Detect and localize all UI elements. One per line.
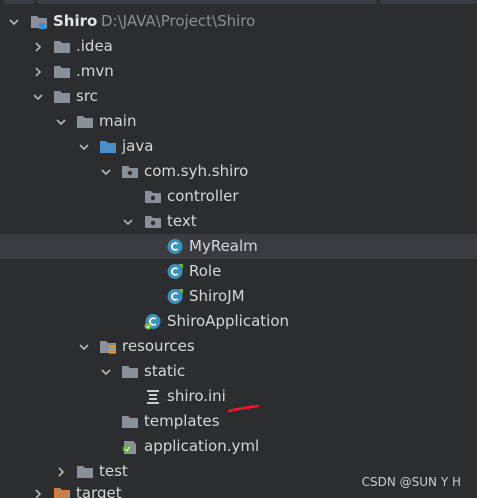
spring-yaml-icon bbox=[121, 438, 139, 455]
tree-item-label: text bbox=[167, 212, 197, 230]
toolbar-tab-edge bbox=[37, 0, 377, 4]
tree-row-controller[interactable]: controller bbox=[0, 184, 477, 209]
tree-row-main[interactable]: main bbox=[0, 109, 477, 134]
tree-item-label: Role bbox=[189, 262, 222, 280]
tree-row-shiroapplication[interactable]: ShiroApplication bbox=[0, 309, 477, 334]
folder-icon bbox=[76, 113, 94, 130]
expand-arrow-icon[interactable] bbox=[30, 84, 46, 109]
tree-row-package[interactable]: com.syh.shiro bbox=[0, 159, 477, 184]
tree-item-label: shiro.ini bbox=[167, 387, 226, 405]
package-icon bbox=[121, 163, 139, 180]
tree-row-resources[interactable]: resources bbox=[0, 334, 477, 359]
class-icon bbox=[166, 288, 184, 305]
tree-item-label: static bbox=[144, 362, 186, 380]
module-name: Shiro bbox=[53, 12, 98, 30]
expand-arrow-icon[interactable] bbox=[98, 359, 114, 384]
text-file-icon bbox=[144, 388, 162, 405]
tree-row-shiro-module[interactable]: Shiro D:\JAVA\Project\Shiro bbox=[0, 9, 477, 34]
module-folder-icon bbox=[30, 13, 48, 30]
tree-item-label: application.yml bbox=[144, 437, 260, 455]
collapse-arrow-icon[interactable] bbox=[53, 459, 69, 484]
toolbar-tab-edge bbox=[380, 0, 477, 4]
tree-row-myrealm[interactable]: MyRealm bbox=[0, 234, 477, 259]
toolbar-tab-edge bbox=[4, 0, 34, 4]
expand-arrow-icon[interactable] bbox=[76, 134, 92, 159]
folder-icon bbox=[53, 38, 71, 55]
expand-arrow-icon[interactable] bbox=[120, 209, 136, 234]
tree-item-label: com.syh.shiro bbox=[144, 162, 249, 180]
tree-row-text[interactable]: text bbox=[0, 209, 477, 234]
source-root-icon bbox=[99, 138, 117, 155]
collapse-arrow-icon[interactable] bbox=[30, 34, 46, 59]
tree-item-label: .mvn bbox=[76, 62, 114, 80]
tree-item-label: ShiroApplication bbox=[167, 312, 290, 330]
tree-item-label: .idea bbox=[76, 37, 113, 55]
expand-arrow-icon[interactable] bbox=[98, 159, 114, 184]
folder-icon bbox=[121, 363, 139, 380]
tree-item-label: resources bbox=[122, 337, 195, 355]
tree-row-src[interactable]: src bbox=[0, 84, 477, 109]
top-toolbar-strip bbox=[0, 0, 477, 7]
tree-row-mvn[interactable]: .mvn bbox=[0, 59, 477, 84]
tree-item-label: java bbox=[122, 137, 154, 155]
class-icon bbox=[166, 263, 184, 280]
watermark: CSDN @SUN Y H bbox=[361, 475, 461, 489]
tree-row-idea[interactable]: .idea bbox=[0, 34, 477, 59]
red-annotation-mark bbox=[228, 404, 260, 413]
tree-row-static[interactable]: static bbox=[0, 359, 477, 384]
tree-item-label: target bbox=[76, 487, 122, 498]
tree-item-label: MyRealm bbox=[189, 237, 258, 255]
expand-arrow-icon[interactable] bbox=[76, 334, 92, 359]
excluded-folder-icon bbox=[53, 487, 71, 498]
package-icon bbox=[144, 188, 162, 205]
folder-icon bbox=[76, 463, 94, 480]
class-icon bbox=[166, 238, 184, 255]
tree-item-label: templates bbox=[144, 412, 220, 430]
folder-icon bbox=[53, 63, 71, 80]
tree-item-label: src bbox=[76, 87, 98, 105]
tree-item-label: controller bbox=[167, 187, 239, 205]
collapse-arrow-icon[interactable] bbox=[30, 487, 46, 498]
tree-row-application-yml[interactable]: application.yml bbox=[0, 434, 477, 459]
tree-row-role[interactable]: Role bbox=[0, 259, 477, 284]
spring-boot-class-icon bbox=[144, 313, 162, 330]
folder-icon bbox=[53, 88, 71, 105]
expand-arrow-icon[interactable] bbox=[53, 109, 69, 134]
tree-item-label: test bbox=[99, 462, 128, 480]
collapse-arrow-icon[interactable] bbox=[30, 59, 46, 84]
module-path: D:\JAVA\Project\Shiro bbox=[101, 12, 256, 30]
resources-root-icon bbox=[99, 338, 117, 355]
tree-row-java[interactable]: java bbox=[0, 134, 477, 159]
package-icon bbox=[144, 213, 162, 230]
tree-item-label: main bbox=[99, 112, 137, 130]
tree-item-label: ShiroJM bbox=[189, 287, 245, 305]
folder-icon bbox=[121, 413, 139, 430]
expand-arrow-icon[interactable] bbox=[6, 9, 22, 34]
tree-row-shirojm[interactable]: ShiroJM bbox=[0, 284, 477, 309]
